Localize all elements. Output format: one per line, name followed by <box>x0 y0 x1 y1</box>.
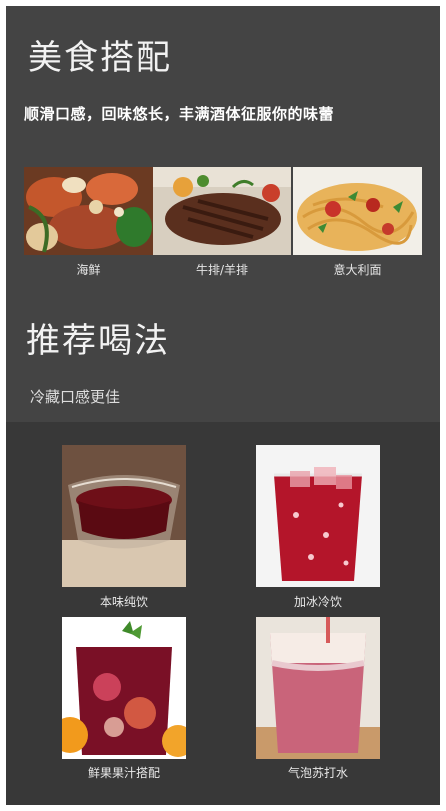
spaghetti-label: 意大利面 <box>333 263 382 277</box>
neat-drink-label: 本味纯饮 <box>99 595 148 609</box>
content-frame: 美食搭配 顺滑口感，回味悠长，丰满酒体征服你的味蕾 海鲜 牛排/羊排 意大利面 … <box>6 6 440 805</box>
food-pairing-title: 美食搭配 <box>28 38 172 78</box>
food-pairing-section: 美食搭配 顺滑口感，回味悠长，丰满酒体征服你的味蕾 海鲜 牛排/羊排 意大利面 … <box>6 6 440 422</box>
soda-drink-label: 气泡苏打水 <box>287 766 348 780</box>
iced-wine-glass-photo <box>256 445 380 587</box>
steak-photo <box>153 167 291 255</box>
fruit-punch-photo <box>62 617 186 759</box>
fruit-drink-label: 鲜果果汁搭配 <box>87 766 160 780</box>
iced-drink-label: 加冰冷饮 <box>293 595 342 609</box>
spaghetti-photo <box>293 167 422 255</box>
drink-method-title: 推荐喝法 <box>26 321 170 361</box>
drink-method-section: 本味纯饮 加冰冷饮 鲜果果汁搭配 气泡苏打水 <box>6 422 440 805</box>
seafood-label: 海鲜 <box>76 263 101 277</box>
drink-method-subtitle: 冷藏口感更佳 <box>30 388 121 406</box>
neat-wine-glass-photo <box>62 445 186 587</box>
food-pairing-tagline: 顺滑口感，回味悠长，丰满酒体征服你的味蕾 <box>24 105 335 123</box>
steak-label: 牛排/羊排 <box>195 263 249 277</box>
soda-float-photo <box>256 617 380 759</box>
seafood-photo <box>24 167 153 255</box>
